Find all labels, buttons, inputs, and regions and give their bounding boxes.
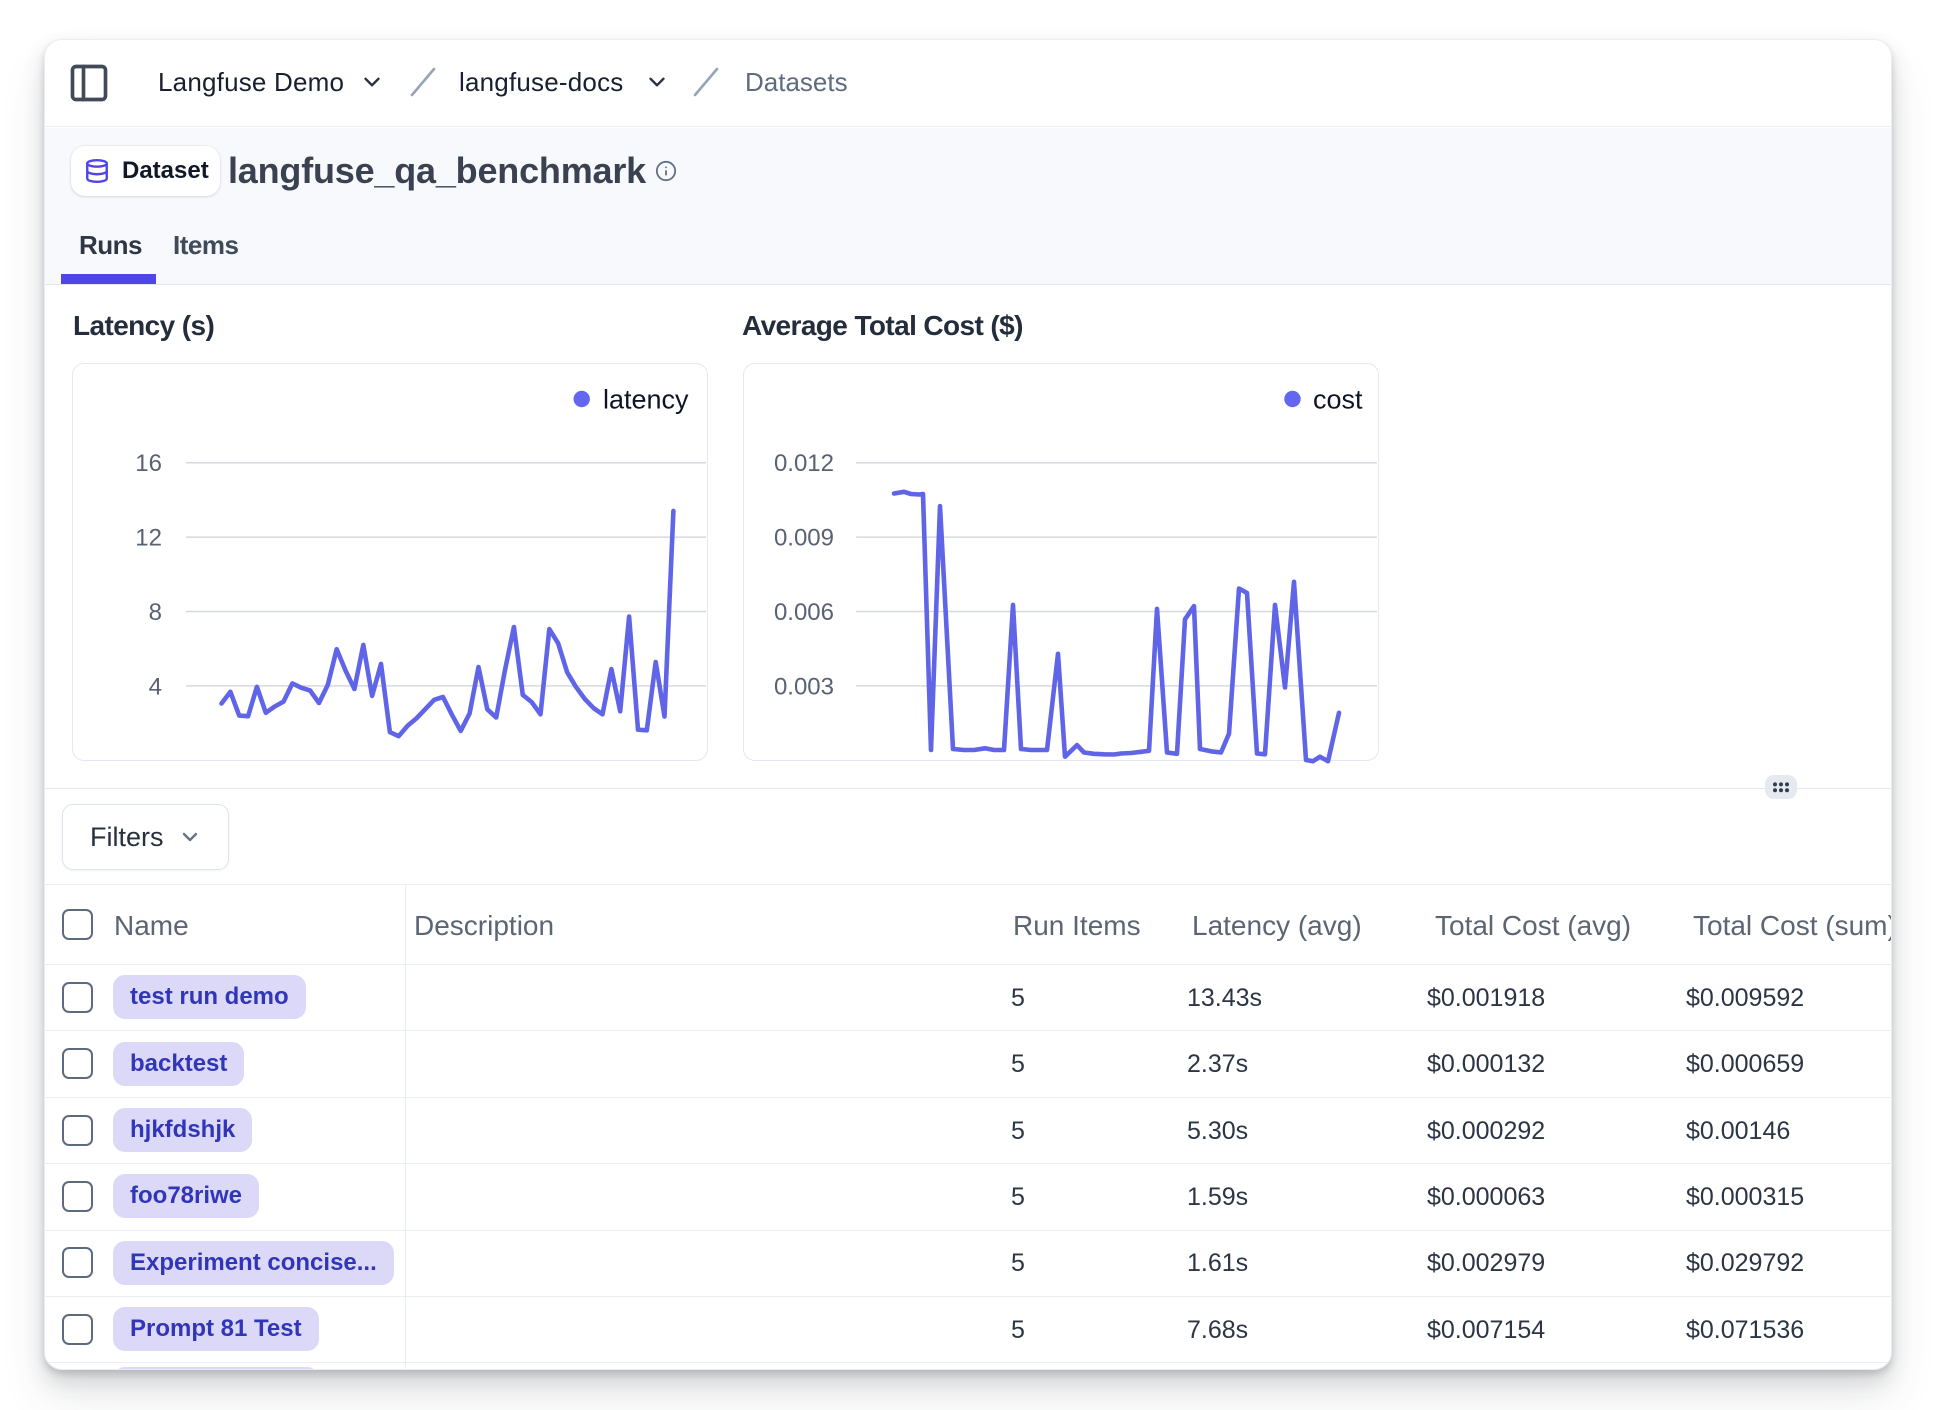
svg-text:latency: latency	[603, 385, 689, 415]
svg-text:8: 8	[149, 599, 162, 626]
svg-text:0.003: 0.003	[774, 673, 834, 700]
svg-text:12: 12	[135, 525, 162, 552]
svg-text:0.009: 0.009	[774, 525, 834, 552]
svg-text:0.012: 0.012	[774, 450, 834, 477]
svg-text:16: 16	[135, 450, 162, 477]
svg-text:4: 4	[149, 673, 162, 700]
svg-text:0.006: 0.006	[774, 599, 834, 626]
svg-text:cost: cost	[1313, 385, 1363, 415]
